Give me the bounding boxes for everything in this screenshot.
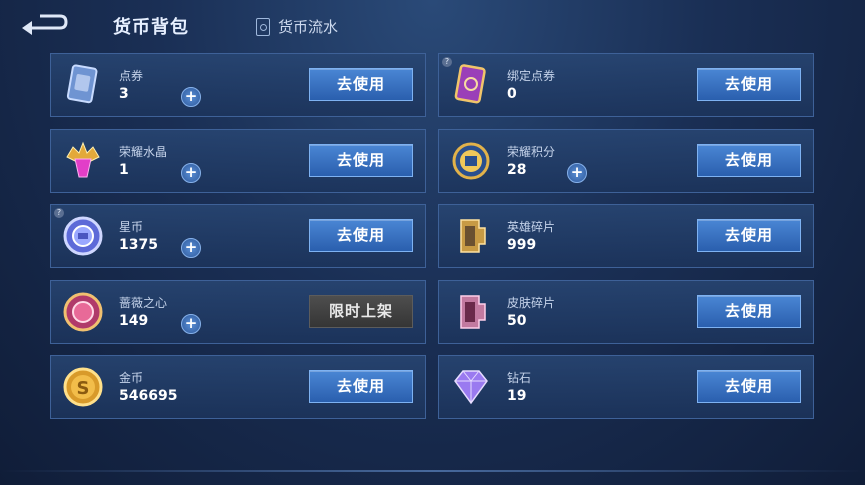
currency-name: 荣耀水晶 — [119, 144, 168, 159]
currency-name: 点券 — [119, 69, 144, 83]
currency-name: 蔷薇之心 — [119, 295, 168, 310]
currency-grid: 点券 3 + 去使用 ? 绑定点券 0 去使用 荣耀水晶 1 + 去使用 荣耀积… — [50, 53, 816, 431]
use-coupon-button[interactable]: 去使用 — [309, 68, 413, 101]
currency-name: 钻石 — [507, 371, 532, 385]
rose-heart-icon — [63, 292, 103, 331]
currency-amount: 149 — [119, 312, 149, 329]
top-bar: 货币背包 货币流水 — [0, 0, 865, 50]
currency-card-bound-coupon: ? 绑定点券 0 去使用 — [438, 53, 814, 117]
currency-card-rose-heart: 蔷薇之心 149 + 限时上架 — [50, 279, 426, 344]
bound-coupon-card-icon — [454, 64, 486, 104]
currency-amount: 546695 — [119, 388, 178, 404]
skin-shard-icon — [460, 294, 486, 329]
back-arrow-icon[interactable] — [20, 12, 68, 38]
add-crystal-button[interactable]: + — [181, 162, 201, 183]
honor-points-icon — [452, 142, 490, 179]
add-honor-points-button[interactable]: + — [567, 162, 587, 183]
diamond-icon — [454, 370, 488, 405]
currency-card-diamond: 钻石 19 去使用 — [438, 355, 814, 419]
use-star-coin-button[interactable]: 去使用 — [309, 219, 413, 252]
currency-name: 英雄碎片 — [507, 220, 556, 234]
star-coin-icon — [63, 216, 103, 256]
coupon-card-icon — [66, 64, 98, 104]
currency-card-hero-shard: 英雄碎片 999 去使用 — [438, 204, 814, 268]
currency-card-star-coin: ? 星币 1375 + 去使用 — [50, 204, 426, 268]
currency-card-coupon: 点券 3 + 去使用 — [50, 53, 426, 117]
currency-name: 星币 — [119, 220, 144, 234]
use-honor-points-button[interactable]: 去使用 — [697, 143, 801, 177]
crystal-icon — [66, 141, 100, 177]
use-crystal-button[interactable]: 去使用 — [309, 143, 413, 177]
currency-card-crystal: 荣耀水晶 1 + 去使用 — [50, 128, 426, 193]
use-gold-coin-button[interactable]: 去使用 — [309, 370, 413, 403]
hero-shard-icon — [460, 219, 486, 253]
currency-flow-label: 货币流水 — [278, 18, 339, 36]
svg-text:S: S — [77, 378, 90, 399]
limited-listing-button: 限时上架 — [309, 294, 413, 328]
ledger-icon — [256, 17, 270, 36]
gold-coin-icon: S — [63, 367, 103, 407]
currency-name: 荣耀积分 — [507, 144, 556, 159]
currency-name: 金币 — [119, 371, 144, 385]
currency-amount: 28 — [507, 161, 527, 178]
currency-amount: 0 — [507, 86, 517, 102]
currency-flow-link[interactable]: 货币流水 — [256, 16, 338, 37]
currency-name: 绑定点券 — [507, 69, 556, 83]
currency-amount: 1 — [119, 161, 129, 178]
add-coupon-button[interactable]: + — [181, 87, 201, 107]
currency-card-honor-points: 荣耀积分 28 + 去使用 — [438, 128, 814, 193]
page-title: 货币背包 — [113, 17, 189, 38]
currency-name: 皮肤碎片 — [507, 295, 556, 310]
use-hero-shard-button[interactable]: 去使用 — [697, 219, 801, 252]
currency-amount: 3 — [119, 86, 129, 102]
currency-card-skin-shard: 皮肤碎片 50 去使用 — [438, 279, 814, 344]
currency-card-gold-coin: S 金币 546695 去使用 — [50, 355, 426, 419]
add-star-coin-button[interactable]: + — [181, 238, 201, 258]
currency-amount: 50 — [507, 312, 527, 329]
bottom-divider — [0, 470, 865, 472]
currency-amount: 999 — [507, 237, 537, 253]
currency-amount: 19 — [507, 388, 527, 404]
use-skin-shard-button[interactable]: 去使用 — [697, 294, 801, 328]
use-diamond-button[interactable]: 去使用 — [697, 370, 801, 403]
currency-amount: 1375 — [119, 237, 158, 253]
add-rose-heart-button[interactable]: + — [181, 313, 201, 334]
use-bound-coupon-button[interactable]: 去使用 — [697, 68, 801, 101]
